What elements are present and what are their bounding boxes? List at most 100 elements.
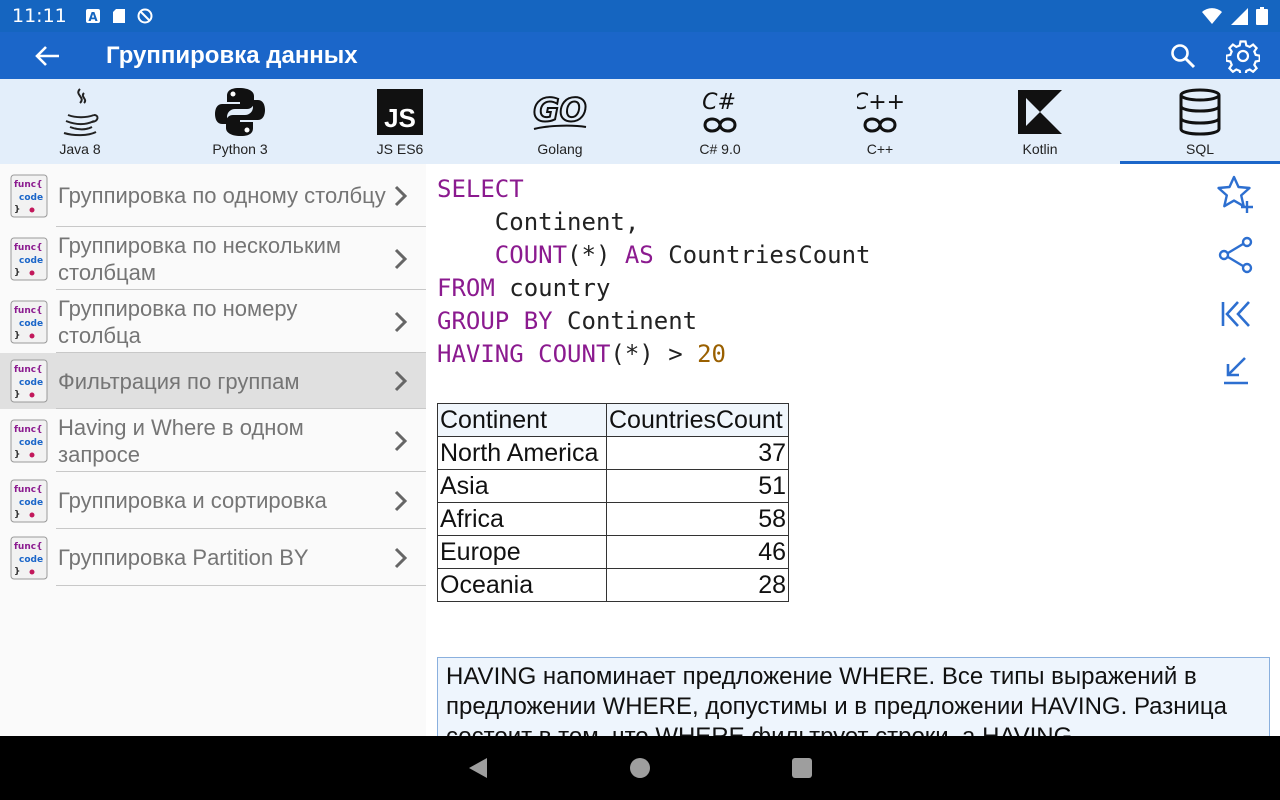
tab-java[interactable]: Java 8 [0, 79, 160, 164]
svg-text:C++: C++ [857, 90, 903, 115]
chevron-right-icon [386, 490, 416, 512]
nav-back-icon[interactable] [467, 756, 489, 780]
code-text: country [494, 274, 611, 302]
database-icon [1178, 85, 1222, 139]
cpp-icon: C++ [857, 85, 903, 139]
func-code-icon: func{code} [10, 479, 48, 522]
table-cell: Asia [437, 469, 607, 503]
tab-sql[interactable]: SQL [1120, 79, 1280, 164]
signal-icon [1231, 8, 1248, 25]
sync-off-icon [137, 8, 153, 24]
column-header: Continent [437, 403, 607, 437]
tab-python[interactable]: Python 3 [160, 79, 320, 164]
divider [56, 585, 426, 586]
list-item-label: Фильтрация по группам [58, 368, 300, 394]
table-row: Europe 46 [437, 535, 789, 569]
func-code-icon: func{code} [10, 359, 48, 403]
gear-icon[interactable] [1226, 39, 1260, 73]
svg-text:code: code [19, 193, 43, 203]
tab-js[interactable]: JS JS ES6 [320, 79, 480, 164]
table-row: Asia 51 [437, 469, 789, 503]
list-item-label: Группировка по нескольким столбцам [58, 232, 342, 285]
list-item-label: Группировка по одному столбцу [58, 183, 386, 208]
table-row: Africa 58 [437, 502, 789, 536]
explanation-note: HAVING напоминает предложение WHERE. Все… [437, 657, 1270, 736]
list-item[interactable]: func{code} Группировка по нескольким сто… [0, 227, 426, 290]
sd-card-icon [112, 9, 125, 23]
system-nav-bar [0, 736, 1280, 800]
list-item[interactable]: func{code} Группировка по номеру столбца [0, 290, 426, 353]
table-cell: Oceania [437, 568, 607, 602]
star-add-icon[interactable] [1216, 174, 1256, 214]
code-number: 20 [697, 340, 727, 368]
app-bar: Группировка данных [0, 32, 1280, 79]
svg-text:}: } [14, 567, 20, 577]
code-text: Continent, [437, 208, 640, 236]
chevron-right-icon [386, 311, 416, 333]
table-cell: 46 [606, 535, 789, 569]
skip-previous-icon[interactable] [1218, 296, 1254, 332]
code-text: Continent [552, 307, 698, 335]
table-cell: Africa [437, 502, 607, 536]
func-code-icon: func{code} [10, 536, 48, 579]
svg-text:func{: func{ [14, 243, 42, 253]
svg-text:}: } [14, 331, 20, 341]
svg-text:JS: JS [384, 103, 416, 133]
tab-kotlin[interactable]: Kotlin [960, 79, 1120, 164]
tab-golang[interactable]: GO Golang [480, 79, 640, 164]
list-item-label: Группировка Partition BY [58, 545, 309, 570]
tab-label: Golang [537, 141, 583, 157]
func-code-icon: func{code} [10, 237, 48, 280]
code-keyword: GROUP BY [437, 307, 553, 335]
tab-cpp[interactable]: C++ C++ [800, 79, 960, 164]
back-button[interactable] [0, 32, 96, 79]
table-row: North America 37 [437, 436, 789, 470]
code-keyword: COUNT [538, 340, 611, 368]
svg-text:}: } [14, 390, 20, 400]
tab-label: SQL [1185, 141, 1214, 157]
content-pane: SELECT Continent, COUNT(*) AS CountriesC… [426, 164, 1280, 736]
share-icon[interactable] [1217, 236, 1255, 274]
js-icon: JS [377, 85, 423, 139]
code-keyword: COUNT [494, 241, 568, 269]
func-code-icon: func{code} [10, 300, 48, 343]
search-icon[interactable] [1170, 43, 1196, 69]
tab-label: Python 3 [212, 141, 268, 157]
list-item[interactable]: func{code} Группировка Partition BY [0, 529, 426, 586]
code-keyword: FROM [437, 274, 495, 302]
svg-text:code: code [19, 498, 43, 508]
table-cell: 28 [606, 568, 789, 602]
list-item[interactable]: func{code} Группировка и сортировка [0, 472, 426, 529]
list-item[interactable]: func{code} Having и Where в одном запрос… [0, 409, 426, 472]
svg-text:code: code [19, 438, 43, 448]
status-bar: 11:11 A [0, 0, 1280, 32]
action-column [1206, 174, 1266, 386]
svg-text:}: } [14, 268, 20, 278]
svg-text:A: A [88, 10, 98, 24]
svg-text:code: code [19, 319, 43, 329]
tab-label: JS ES6 [376, 141, 424, 157]
tab-csharp[interactable]: C# C# 9.0 [640, 79, 800, 164]
sql-code-block: SELECT Continent, COUNT(*) AS CountriesC… [437, 173, 871, 371]
status-system-icons [1202, 7, 1268, 25]
svg-text:GO: GO [533, 91, 586, 129]
svg-text:func{: func{ [14, 485, 42, 495]
nav-home-icon[interactable] [629, 757, 651, 779]
go-icon: GO [530, 85, 590, 139]
svg-text:func{: func{ [14, 425, 42, 435]
code-keyword: AS [624, 241, 654, 269]
list-item-label: Группировка и сортировка [58, 488, 327, 513]
chevron-right-icon [386, 370, 416, 392]
result-table: Continent CountriesCount North America 3… [437, 403, 789, 602]
list-item[interactable]: func{code} Фильтрация по группам [0, 353, 426, 409]
table-cell: 37 [606, 436, 789, 470]
list-item[interactable]: func{code} Группировка по одному столбцу [0, 164, 426, 227]
func-code-icon: func{code} [10, 419, 48, 462]
table-cell: Europe [437, 535, 607, 569]
svg-text:}: } [14, 205, 20, 215]
svg-text:func{: func{ [14, 365, 42, 375]
collapse-icon[interactable] [1220, 354, 1252, 386]
nav-recents-icon[interactable] [791, 757, 813, 779]
page-title: Группировка данных [106, 41, 358, 69]
app-bar-actions [1170, 39, 1280, 73]
